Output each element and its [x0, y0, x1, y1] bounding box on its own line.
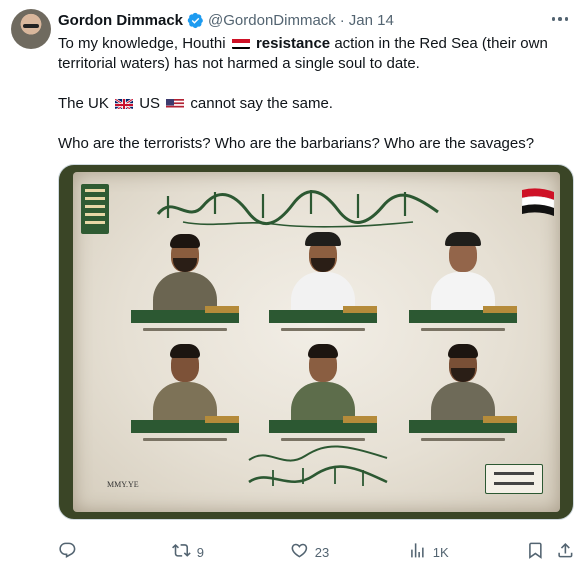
yemen-flag-graphic [521, 188, 555, 216]
retweet-button[interactable]: 9 [172, 541, 204, 563]
bookmark-button[interactable] [526, 541, 545, 563]
tweet-paragraph-3: Who are the terrorists? Who are the barb… [58, 135, 535, 152]
like-count: 23 [314, 544, 330, 560]
views-count: 1K [432, 544, 449, 560]
share-button[interactable] [556, 541, 575, 563]
text-segment: To my knowledge, Houthi [58, 35, 226, 52]
martyr-portrait-5 [263, 342, 383, 450]
separator-dot: · [339, 11, 345, 29]
reply-icon [58, 541, 77, 563]
more-options-icon[interactable] [548, 10, 572, 28]
yemen-flag-icon [231, 37, 250, 49]
martyrs-poster: MMY.YE [73, 172, 560, 512]
tweet-paragraph-2: The UK US cannot say the same. [58, 94, 570, 114]
martyr-portrait-6 [403, 342, 523, 450]
uk-flag-icon [115, 97, 134, 109]
martyr-portrait-1 [125, 232, 245, 340]
arabic-motto-calligraphy [248, 445, 388, 486]
tweet-text: To my knowledge, Houthi resistance actio… [58, 34, 570, 154]
retweet-count: 9 [196, 544, 204, 560]
tweet-paragraph-1: To my knowledge, Houthi resistance actio… [58, 34, 570, 74]
martyr-portrait-3 [403, 232, 523, 340]
views-button[interactable]: 1K [408, 541, 449, 563]
emblem-logo [81, 184, 109, 234]
us-flag-icon [166, 97, 185, 109]
like-button[interactable]: 23 [290, 541, 329, 563]
tweet[interactable]: Gordon Dimmack @GordonDimmack · Jan 14 T… [0, 0, 582, 565]
text-bold-segment: resistance [255, 35, 331, 52]
verified-badge-icon [187, 12, 204, 29]
like-icon [290, 541, 309, 563]
action-bar: 9 23 1K [58, 541, 574, 563]
tweet-date[interactable]: Jan 14 [349, 12, 394, 29]
retweet-icon [172, 541, 191, 563]
author-handle[interactable]: @GordonDimmack [208, 12, 336, 29]
watermark-text: MMY.YE [107, 480, 139, 489]
text-segment: US [139, 95, 161, 112]
views-icon [408, 541, 427, 563]
tweet-header: Gordon Dimmack @GordonDimmack · Jan 14 [58, 9, 542, 31]
author-name[interactable]: Gordon Dimmack [58, 12, 183, 29]
date-stamp [485, 464, 543, 494]
reply-button[interactable] [58, 541, 83, 563]
text-segment: The UK [58, 95, 109, 112]
share-icon [556, 541, 575, 563]
bookmark-icon [526, 541, 545, 563]
martyr-portrait-4 [125, 342, 245, 450]
martyr-portrait-2 [263, 232, 383, 340]
arabic-calligraphy-header [156, 190, 439, 228]
text-segment: cannot say the same. [190, 95, 333, 112]
avatar[interactable] [11, 9, 51, 49]
tweet-media-image[interactable]: MMY.YE [58, 164, 574, 520]
